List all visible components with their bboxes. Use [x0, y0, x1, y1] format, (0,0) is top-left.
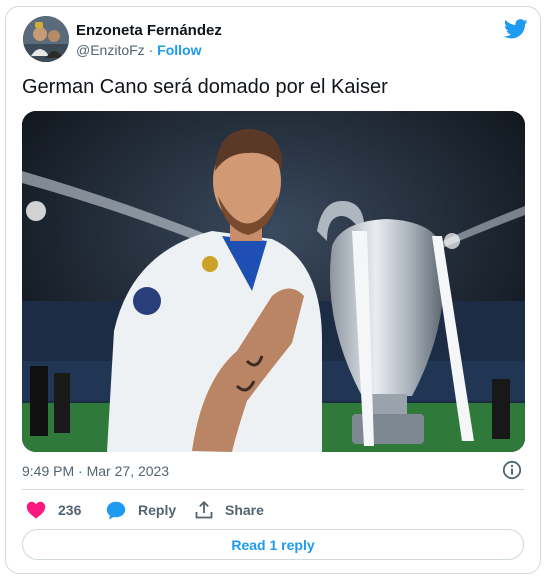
avatar[interactable] — [23, 16, 69, 62]
author-display-name[interactable]: Enzoneta Fernández — [76, 22, 222, 39]
divider — [22, 489, 524, 490]
reply-label: Reply — [138, 502, 177, 518]
avatar-image — [23, 16, 69, 62]
tweet-card: Enzoneta Fernández @EnzitoFz · Follow Ge… — [5, 6, 541, 574]
share-button[interactable]: Share — [195, 499, 264, 521]
info-icon[interactable] — [502, 460, 522, 480]
reply-button[interactable]: Reply — [106, 499, 176, 521]
read-replies-label: Read 1 reply — [231, 536, 315, 553]
author-handle-row: @EnzitoFz · Follow — [76, 42, 201, 58]
separator-dot: · — [148, 42, 154, 58]
tweet-photo[interactable] — [22, 111, 525, 452]
separator-dot: · — [78, 463, 83, 479]
photo-player-trophy-icon — [22, 111, 525, 452]
twitter-bird-icon[interactable] — [504, 19, 528, 39]
like-count: 236 — [58, 502, 82, 518]
read-replies-button[interactable]: Read 1 reply — [22, 529, 524, 560]
tweet-timestamp[interactable]: 9:49 PM · Mar 27, 2023 — [22, 463, 169, 479]
share-label: Share — [225, 502, 264, 518]
reply-bubble-icon — [106, 501, 126, 519]
tweet-time: 9:49 PM — [22, 463, 75, 479]
tweet-date: Mar 27, 2023 — [86, 463, 170, 479]
follow-button[interactable]: Follow — [157, 42, 201, 58]
like-button[interactable]: 236 — [26, 499, 81, 521]
tweet-text: German Cano será domado por el Kaiser — [22, 76, 388, 98]
share-icon — [195, 501, 213, 519]
author-handle[interactable]: @EnzitoFz — [76, 42, 145, 58]
heart-icon — [26, 501, 46, 519]
